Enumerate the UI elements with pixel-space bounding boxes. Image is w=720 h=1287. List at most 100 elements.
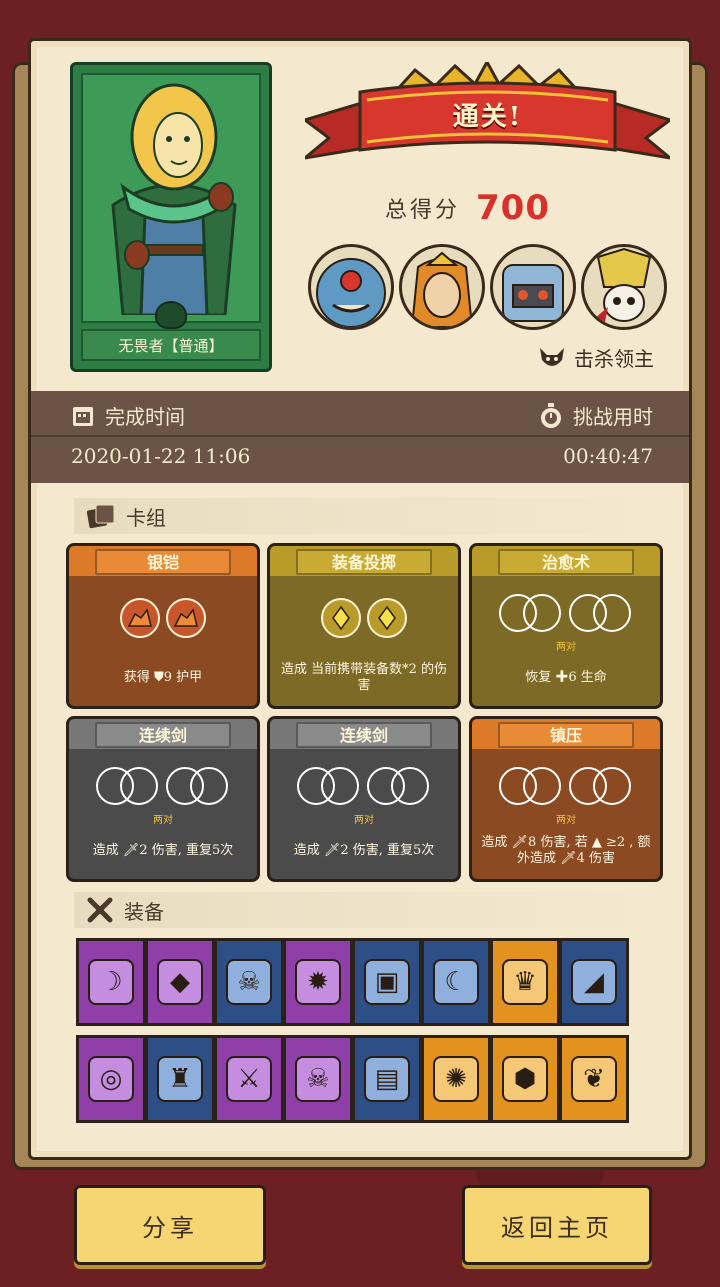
equipment-slot[interactable]: ▣: [352, 938, 422, 1026]
card-pair-label: 两对: [556, 815, 576, 826]
golden-ring-icon: ◎: [88, 1056, 134, 1102]
card-equipment-throw[interactable]: 装备投掷 造成 当前携带装备数*2 的伤害: [267, 543, 461, 709]
crossed-tools-icon: [87, 897, 113, 923]
divider: [31, 435, 689, 437]
card-combo-sword-2[interactable]: 连续剑 两对 造成 🗡2 伤害, 重复5次: [267, 716, 461, 882]
time-section: 完成时间 挑战用时 2020-01-22 11:06 00:40:47: [31, 391, 689, 483]
equipment-slot[interactable]: ♛: [490, 938, 560, 1026]
complete-time-label: 完成时间: [105, 405, 185, 429]
stopwatch-icon: [541, 402, 561, 428]
card-description: 获得 ⛊9 护甲: [123, 670, 203, 685]
hero-name: 无畏者【普通】: [81, 329, 261, 361]
demon-head-icon: [540, 347, 564, 366]
banner-title: 通关!: [452, 102, 523, 132]
kill-label: 击杀领主: [574, 347, 654, 371]
cards-icon: [86, 504, 115, 529]
card-silver-armor[interactable]: 银铠 获得 ⛊9 护甲: [66, 543, 260, 709]
card-title-bar: 连续剑: [69, 719, 257, 749]
card-pair-slots: [472, 767, 660, 807]
ring-pair: [499, 767, 563, 807]
rock-icon: [120, 598, 160, 638]
ruby-gem-icon: ◆: [157, 959, 203, 1005]
card-pair-label: 两对: [556, 642, 576, 653]
sickle-icon: ☽: [88, 959, 134, 1005]
diamond-icon: [321, 598, 361, 638]
score-value: 700: [476, 188, 550, 228]
score-row: 总得分 700: [385, 185, 550, 231]
ring-pair: [166, 767, 230, 807]
hero-portrait: [81, 73, 261, 323]
equipment-slot[interactable]: ◢: [559, 938, 629, 1026]
card-title-bar: 装备投掷: [270, 546, 458, 576]
equipment-slot[interactable]: ☾: [421, 938, 491, 1026]
skull-icon: [155, 301, 187, 329]
victory-banner: 通关!: [299, 58, 676, 172]
challenge-time-header: 挑战用时: [539, 401, 653, 430]
card-title-bar: 连续剑: [270, 719, 458, 749]
card-title-bar: 银铠: [69, 546, 257, 576]
kill-boss-row: 击杀领主: [538, 343, 654, 372]
card-title: 治愈术: [541, 553, 590, 572]
complete-time-value: 2020-01-22 11:06: [71, 444, 251, 468]
spiked-mace-icon: ✺: [433, 1056, 479, 1102]
equipment-label: 装备: [124, 899, 164, 924]
card-pair-label: 两对: [153, 815, 173, 826]
ice-golem-portrait: [490, 244, 576, 330]
equipment-slot[interactable]: ☠: [214, 938, 284, 1026]
equipment-slot[interactable]: ◎: [76, 1035, 146, 1123]
share-button[interactable]: 分享: [74, 1185, 266, 1265]
dagger-icon: ⚔: [226, 1056, 272, 1102]
card-heal[interactable]: 治愈术 两对 恢复 ✚6 生命: [469, 543, 663, 709]
ice-shield-icon: ⬢: [502, 1056, 548, 1102]
challenge-time-value: 00:40:47: [563, 444, 653, 468]
war-horn-icon: ◢: [571, 959, 617, 1005]
green-feather-icon: ❦: [571, 1056, 617, 1102]
score-label: 总得分: [385, 198, 461, 223]
equipment-slot[interactable]: ▤: [352, 1035, 422, 1123]
ring-pair: [569, 767, 633, 807]
challenge-time-label: 挑战用时: [573, 405, 653, 429]
equipment-slot[interactable]: ❦: [559, 1035, 629, 1123]
calendar-icon: [73, 406, 93, 426]
demon-helm-icon: ♛: [502, 959, 548, 1005]
ring-pair: [367, 767, 431, 807]
card-pair-slots: [69, 767, 257, 807]
equipment-slot[interactable]: ⬢: [490, 1035, 560, 1123]
dragon-king-portrait: [399, 244, 485, 330]
equipment-slot[interactable]: ✹: [283, 938, 353, 1026]
hero-card: 无畏者【普通】: [70, 62, 272, 372]
deck-header: 卡组: [74, 498, 654, 534]
complete-time-header: 完成时间: [71, 401, 185, 430]
equipment-row-2: ◎ ♜ ⚔ ☠ ▤ ✺ ⬢ ❦: [76, 1035, 629, 1123]
ring-pair: [499, 594, 563, 634]
equipment-header: 装备: [74, 892, 654, 928]
equipment-slot[interactable]: ✺: [421, 1035, 491, 1123]
card-suppress[interactable]: 镇压 两对 造成 🗡8 伤害, 若 ▲ ≥2 , 额外造成 🗡4 伤害: [469, 716, 663, 882]
card-title: 连续剑: [339, 726, 388, 745]
equipment-slot[interactable]: ☠: [283, 1035, 353, 1123]
card-description: 造成 🗡2 伤害, 重复5次: [293, 843, 435, 858]
equipment-row-1: ☽ ◆ ☠ ✹ ▣ ☾ ♛ ◢: [76, 938, 629, 1026]
skull-knight-portrait: [581, 244, 667, 330]
ring-pair: [569, 594, 633, 634]
home-button[interactable]: 返回主页: [462, 1185, 652, 1265]
equipment-slot[interactable]: ⚔: [214, 1035, 284, 1123]
deck-label: 卡组: [126, 505, 166, 530]
equipment-slot[interactable]: ◆: [145, 938, 215, 1026]
card-pair-label: 两对: [354, 815, 374, 826]
equipment-slot[interactable]: ♜: [145, 1035, 215, 1123]
card-pair-slots: [270, 767, 458, 807]
card-description: 恢复 ✚6 生命: [525, 670, 607, 685]
card-combo-sword-1[interactable]: 连续剑 两对 造成 🗡2 伤害, 重复5次: [66, 716, 260, 882]
card-description: 造成 🗡2 伤害, 重复5次: [92, 843, 234, 858]
card-cost-icons: [69, 598, 257, 638]
card-description: 造成 当前携带装备数*2 的伤害: [280, 662, 448, 693]
fire-orb-icon: ✹: [295, 959, 341, 1005]
boss-list: [308, 244, 667, 330]
card-title-bar: 镇压: [472, 719, 660, 749]
ring-pair: [297, 767, 361, 807]
equipment-slot[interactable]: ☽: [76, 938, 146, 1026]
card-pair-slots: [472, 594, 660, 634]
card-title: 镇压: [549, 726, 582, 745]
card-title: 装备投掷: [331, 553, 396, 572]
